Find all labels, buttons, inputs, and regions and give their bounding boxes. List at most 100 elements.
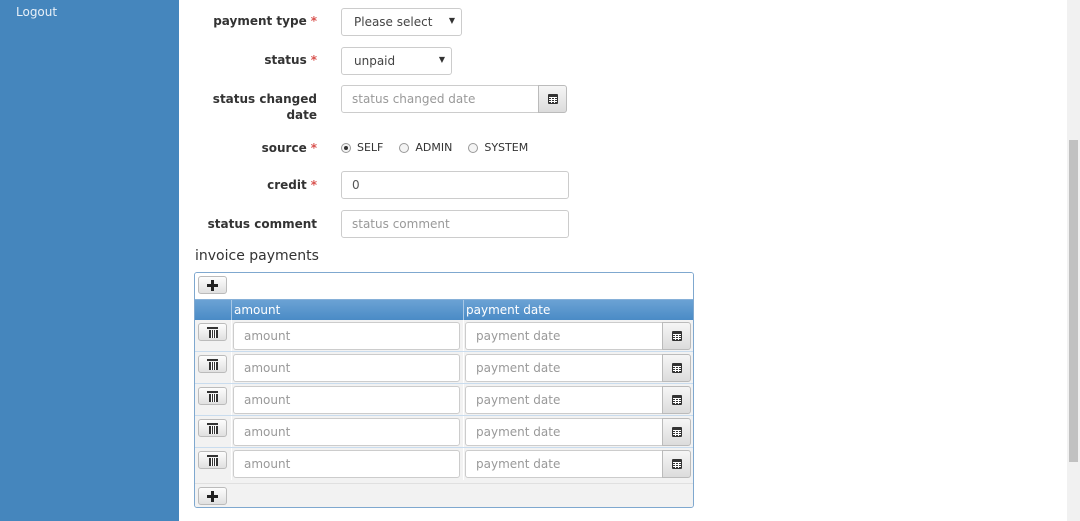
table-row: amount payment date [195, 416, 693, 448]
payment-date-calendar-button[interactable] [662, 322, 691, 350]
status-label: status * [179, 52, 317, 68]
status-value: unpaid [354, 54, 396, 68]
calendar-icon [671, 331, 682, 341]
credit-label: credit * [179, 177, 317, 193]
amount-input[interactable]: amount [233, 322, 460, 350]
dropdown-arrow-icon: ▼ [438, 55, 445, 64]
column-separator [463, 384, 464, 416]
credit-label-text: credit [267, 178, 307, 192]
credit-input[interactable]: 0 [341, 171, 569, 199]
main-content: payment type * Please select ▼ status * un… [179, 0, 1067, 521]
column-separator [463, 320, 464, 352]
radio-checked-icon[interactable] [341, 142, 351, 153]
delete-row-button[interactable] [198, 355, 227, 373]
calendar-icon [671, 363, 682, 373]
column-separator [463, 352, 464, 384]
required-mark: * [310, 141, 317, 155]
trash-icon [207, 390, 218, 402]
header-separator [463, 300, 464, 321]
payment-date-input[interactable]: payment date [465, 386, 663, 414]
column-separator [463, 416, 464, 448]
radio-unchecked-icon[interactable] [399, 142, 410, 153]
payment-type-label-text: payment type [213, 14, 307, 28]
payment-type-value: Please select [354, 15, 433, 29]
table-row: amount payment date [195, 384, 693, 416]
page-scrollbar[interactable] [1067, 0, 1080, 521]
column-separator [231, 352, 232, 384]
column-header-payment-date: payment date [466, 303, 551, 317]
add-row-button-bottom[interactable] [198, 487, 227, 505]
payment-date-input[interactable]: payment date [465, 354, 663, 382]
source-radio-self[interactable]: SELF [341, 141, 383, 154]
column-separator [231, 416, 232, 448]
radio-unchecked-icon[interactable] [468, 142, 479, 153]
invoice-payments-title: invoice payments [195, 248, 319, 264]
delete-row-button[interactable] [198, 323, 227, 341]
status-label-text: status [264, 53, 307, 67]
payment-date-input[interactable]: payment date [465, 322, 663, 350]
header-separator [231, 300, 232, 321]
calendar-icon [671, 459, 682, 469]
status-comment-input[interactable]: status comment [341, 210, 569, 238]
plus-icon [207, 490, 218, 502]
grid-toolbar-bottom [195, 483, 693, 507]
trash-icon [207, 358, 218, 370]
required-mark: * [310, 14, 317, 28]
dropdown-arrow-icon: ▼ [448, 16, 455, 25]
source-radio-group: SELF ADMIN SYSTEM [341, 141, 544, 154]
status-changed-date-label: status changed date [179, 91, 317, 123]
required-mark: * [310, 178, 317, 192]
required-mark: * [310, 53, 317, 67]
payment-date-calendar-button[interactable] [662, 418, 691, 446]
table-row: amount payment date [195, 448, 693, 480]
add-row-button-top[interactable] [198, 276, 227, 294]
source-label: source * [179, 140, 317, 156]
amount-input[interactable]: amount [233, 354, 460, 382]
payment-date-calendar-button[interactable] [662, 450, 691, 478]
amount-input[interactable]: amount [233, 418, 460, 446]
payment-date-calendar-button[interactable] [662, 386, 691, 414]
plus-icon [207, 279, 218, 291]
source-radio-admin[interactable]: ADMIN [399, 141, 452, 154]
payment-date-input[interactable]: payment date [465, 418, 663, 446]
grid-header: amount payment date [195, 299, 693, 321]
delete-row-button[interactable] [198, 451, 227, 469]
trash-icon [207, 454, 218, 466]
trash-icon [207, 326, 218, 338]
column-header-amount: amount [234, 303, 281, 317]
source-option-label: SYSTEM [484, 141, 529, 154]
scrollbar-thumb[interactable] [1069, 140, 1078, 462]
status-changed-date-input[interactable]: status changed date [341, 85, 539, 113]
invoice-payments-grid: amount payment date amount payment date … [194, 272, 694, 508]
grid-toolbar-top [195, 273, 693, 299]
status-changed-date-calendar-button[interactable] [538, 85, 567, 113]
payment-type-select[interactable]: Please select ▼ [341, 8, 462, 36]
source-label-text: source [261, 141, 307, 155]
status-changed-date-label-line2: date [286, 108, 317, 122]
calendar-icon [671, 427, 682, 437]
sidebar: Logout [0, 0, 179, 521]
column-separator [231, 320, 232, 352]
status-comment-label: status comment [207, 217, 317, 231]
payment-type-label: payment type * [179, 13, 317, 29]
logout-link[interactable]: Logout [16, 5, 57, 19]
column-separator [463, 448, 464, 480]
calendar-icon [671, 395, 682, 405]
payment-date-calendar-button[interactable] [662, 354, 691, 382]
amount-input[interactable]: amount [233, 386, 460, 414]
table-row: amount payment date [195, 352, 693, 384]
status-select[interactable]: unpaid ▼ [341, 47, 452, 75]
trash-icon [207, 422, 218, 434]
delete-row-button[interactable] [198, 387, 227, 405]
source-option-label: SELF [357, 141, 384, 154]
payment-date-input[interactable]: payment date [465, 450, 663, 478]
status-changed-date-label-line1: status changed [212, 92, 317, 106]
source-radio-system[interactable]: SYSTEM [468, 141, 528, 154]
column-separator [231, 384, 232, 416]
calendar-icon [547, 94, 558, 104]
source-option-label: ADMIN [415, 141, 453, 154]
table-row: amount payment date [195, 320, 693, 352]
delete-row-button[interactable] [198, 419, 227, 437]
amount-input[interactable]: amount [233, 450, 460, 478]
column-separator [231, 448, 232, 480]
